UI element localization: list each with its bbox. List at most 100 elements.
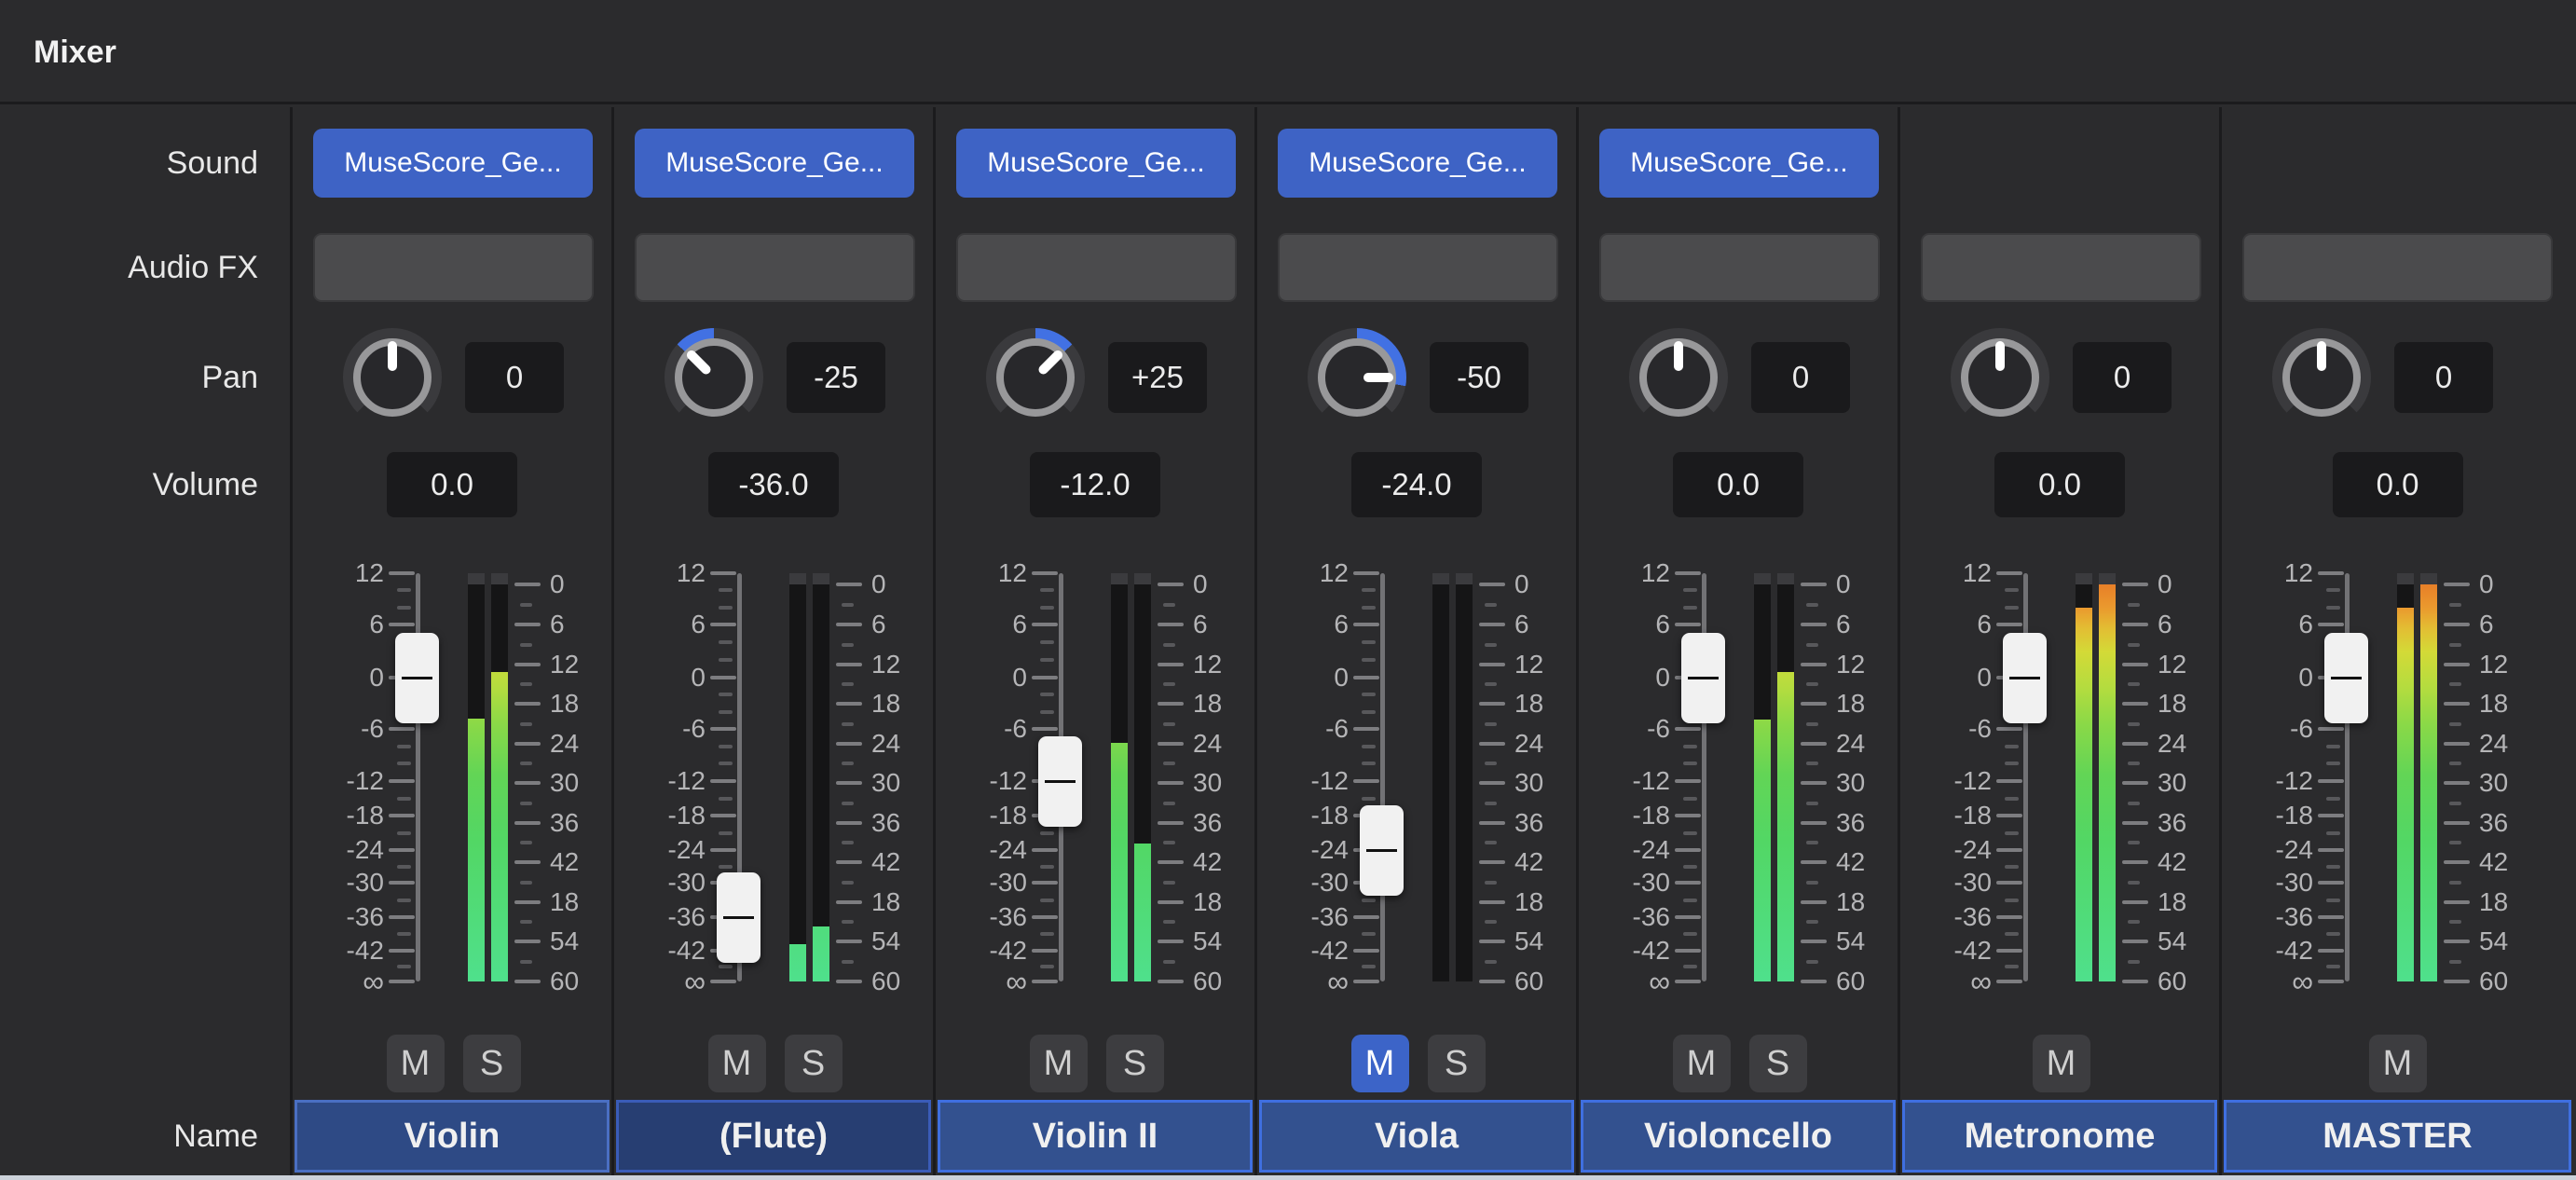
pan-value-field[interactable]: 0 — [465, 342, 564, 413]
pan-knob[interactable] — [986, 328, 1085, 427]
volume-value-field[interactable]: 0.0 — [1673, 452, 1803, 517]
fader-zone: 1260-6-12-18-24-30-36-42∞ 06121824303642… — [1579, 559, 1898, 1002]
pan-value-field[interactable]: 0 — [2073, 342, 2172, 413]
mixer-channel: MuseScore_Ge... -50 -24.0 1260-6-12-18-2… — [1257, 107, 1579, 1180]
scale-tick — [1479, 702, 1505, 706]
pan-knob-pointer-dash — [1363, 373, 1393, 382]
fader-handle[interactable] — [395, 633, 439, 723]
sound-button[interactable]: MuseScore_Ge... — [956, 129, 1236, 198]
fader-handle[interactable] — [717, 872, 760, 963]
channel-name-plate[interactable]: Viola — [1259, 1100, 1574, 1173]
solo-button[interactable]: S — [785, 1035, 843, 1092]
scale-tick — [1801, 980, 1827, 983]
scale-minor-tick — [1362, 640, 1376, 644]
channel-name-plate[interactable]: Metronome — [1902, 1100, 2217, 1173]
mixer-titlebar: Mixer — [0, 0, 2576, 104]
scale-tick — [1675, 915, 1701, 919]
scale-minor-tick — [2326, 797, 2340, 801]
pan-value-field[interactable]: 0 — [1751, 342, 1850, 413]
channel-name-plate[interactable]: Violoncello — [1581, 1100, 1896, 1173]
fader-track[interactable] — [1380, 573, 1385, 981]
sound-button[interactable]: MuseScore_Ge... — [313, 129, 593, 198]
pan-knob[interactable] — [2272, 328, 2371, 427]
mute-button[interactable]: M — [708, 1035, 766, 1092]
pan-knob[interactable] — [1308, 328, 1406, 427]
volume-value-field[interactable]: 0.0 — [1994, 452, 2125, 517]
sound-button[interactable]: MuseScore_Ge... — [1599, 129, 1879, 198]
volume-value-field[interactable]: 0.0 — [2333, 452, 2463, 517]
solo-button[interactable]: S — [1428, 1035, 1486, 1092]
audio-fx-slot[interactable] — [1278, 233, 1558, 302]
fader-handle[interactable] — [2324, 633, 2368, 723]
mute-button[interactable]: M — [1673, 1035, 1731, 1092]
solo-button[interactable]: S — [1106, 1035, 1164, 1092]
scale-label: -6 — [1257, 710, 1349, 748]
mute-button[interactable]: M — [2369, 1035, 2427, 1092]
audio-fx-slot[interactable] — [1921, 233, 2201, 302]
meter-right — [1777, 573, 1794, 981]
scale-minor-tick — [397, 745, 411, 748]
scale-tick — [836, 980, 862, 983]
volume-value-field[interactable]: -24.0 — [1351, 452, 1482, 517]
pan-value-field[interactable]: 0 — [2394, 342, 2493, 413]
scale-label: 12 — [614, 555, 706, 592]
scale-tick — [1801, 900, 1827, 904]
fader-handle[interactable] — [1681, 633, 1725, 723]
channel-name-plate[interactable]: Violin — [295, 1100, 610, 1173]
scale-minor-tick — [2449, 802, 2461, 805]
scale-tick — [2444, 781, 2470, 785]
audio-fx-slot[interactable] — [635, 233, 915, 302]
mute-button[interactable]: M — [387, 1035, 445, 1092]
pan-knob[interactable] — [1951, 328, 2049, 427]
scale-minor-tick — [397, 899, 411, 902]
volume-value-field[interactable]: -36.0 — [708, 452, 839, 517]
scale-minor-tick — [842, 960, 854, 964]
scale-tick — [1353, 571, 1379, 575]
mute-button[interactable]: M — [1351, 1035, 1409, 1092]
scale-label: 12 — [1900, 555, 1992, 592]
sound-button[interactable]: MuseScore_Ge... — [1278, 129, 1557, 198]
scale-tick — [389, 571, 415, 575]
volume-value-field[interactable]: -12.0 — [1030, 452, 1160, 517]
scale-tick — [2318, 848, 2344, 852]
pan-value-field[interactable]: -25 — [787, 342, 885, 413]
scale-tick — [1801, 821, 1827, 825]
fader-handle[interactable] — [2003, 633, 2047, 723]
mute-button[interactable]: M — [2033, 1035, 2090, 1092]
fader-zone: 1260-6-12-18-24-30-36-42∞ 06121824303642… — [1257, 559, 1576, 1002]
scale-label: -30 — [1579, 864, 1670, 901]
scale-tick — [389, 727, 415, 731]
audio-fx-slot[interactable] — [313, 233, 594, 302]
scale-label: 18 — [2479, 685, 2559, 722]
solo-button[interactable]: S — [463, 1035, 521, 1092]
audio-fx-slot[interactable] — [1599, 233, 1880, 302]
pan-value-field[interactable]: -50 — [1430, 342, 1528, 413]
mute-button[interactable]: M — [1030, 1035, 1088, 1092]
fader-handle[interactable] — [1360, 805, 1404, 896]
channel-name-plate[interactable]: Violin II — [938, 1100, 1253, 1173]
pan-knob[interactable] — [665, 328, 763, 427]
scale-minor-tick — [1485, 841, 1497, 844]
pan-knob[interactable] — [1629, 328, 1728, 427]
scale-minor-tick — [1362, 606, 1376, 610]
solo-button[interactable]: S — [1749, 1035, 1807, 1092]
pan-knob[interactable] — [343, 328, 442, 427]
audio-fx-slot[interactable] — [2242, 233, 2553, 302]
scale-tick — [2444, 900, 2470, 904]
audio-fx-slot[interactable] — [956, 233, 1237, 302]
scale-tick — [1479, 663, 1505, 666]
meter-right — [491, 573, 508, 981]
scale-label: 12 — [293, 555, 384, 592]
sound-button[interactable]: MuseScore_Ge... — [635, 129, 914, 198]
channel-name-plate[interactable]: (Flute) — [616, 1100, 931, 1173]
scale-minor-tick — [2326, 831, 2340, 835]
scale-minor-tick — [1683, 899, 1697, 902]
scale-minor-tick — [842, 881, 854, 885]
channel-name-plate[interactable]: MASTER — [2224, 1100, 2571, 1173]
scale-tick — [1801, 702, 1827, 706]
fader-handle[interactable] — [1038, 736, 1082, 827]
meter-right — [2420, 573, 2437, 981]
pan-value-field[interactable]: +25 — [1108, 342, 1207, 413]
scale-tick — [389, 881, 415, 885]
volume-value-field[interactable]: 0.0 — [387, 452, 517, 517]
